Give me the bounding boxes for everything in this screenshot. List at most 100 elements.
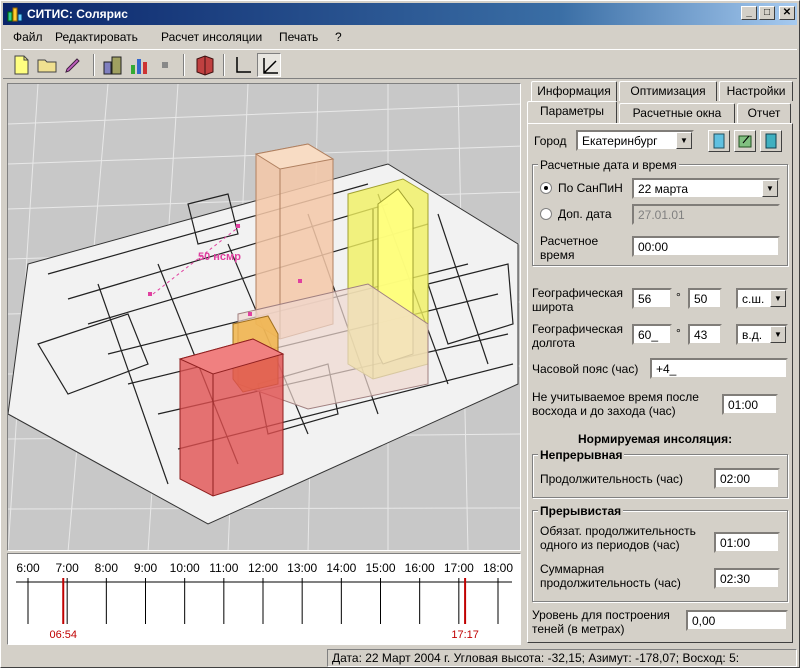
longitude-dir-value: в.д. (742, 328, 763, 342)
chevron-down-icon[interactable]: ▼ (762, 180, 778, 197)
hour-tick-label: 17:00 (444, 561, 474, 575)
hour-tick-label: 14:00 (326, 561, 356, 575)
continuous-duration-field[interactable]: 02:00 (714, 468, 780, 489)
latitude-minutes-field[interactable]: 50 (688, 288, 722, 309)
menu-edit[interactable]: Редактировать (55, 30, 138, 44)
sunrise-time-label: 06:54 (49, 629, 77, 641)
axis-icon[interactable] (231, 53, 255, 77)
toolbar-separator (183, 54, 185, 76)
latitude-dir-value: с.ш. (742, 292, 765, 306)
pen-icon[interactable] (61, 53, 85, 77)
hour-tick-label: 18:00 (483, 561, 513, 575)
tab-report[interactable]: Отчет (737, 103, 791, 123)
edit-icon (738, 135, 752, 148)
hour-tick-label: 12:00 (248, 561, 278, 575)
ignored-time-field[interactable]: 01:00 (722, 394, 778, 415)
hour-tick-label: 11:00 (209, 561, 238, 575)
date-group-title: Расчетные дата и время (538, 158, 679, 172)
longitude-degrees-field[interactable]: 60_ (632, 324, 672, 345)
extra-date-label: Доп. дата (558, 207, 612, 221)
status-date: Дата: 22 Март 2004 г. (332, 651, 451, 665)
scene-canvas[interactable]: 50 нсмр (8, 84, 521, 551)
city-select[interactable]: Екатеринбург ▼ (576, 130, 694, 151)
continuous-title: Непрерывная (538, 448, 625, 462)
hour-tick-label: 15:00 (365, 561, 395, 575)
snip-date-select[interactable]: 22 марта ▼ (632, 178, 780, 199)
continuous-duration-label: Продолжительность (час) (540, 472, 684, 486)
shadow-level-field[interactable]: 0,00 (686, 610, 788, 631)
hour-tick-label: 7:00 (55, 561, 79, 575)
timezone-label: Часовой пояс (час) (532, 362, 639, 376)
maximize-button[interactable]: □ (759, 6, 775, 20)
menu-insolation[interactable]: Расчет инсоляции (161, 30, 262, 44)
extra-date-field[interactable]: 27.01.01 (632, 204, 780, 225)
chevron-down-icon[interactable]: ▼ (770, 290, 786, 307)
hour-tick-label: 16:00 (405, 561, 435, 575)
city-edit-button[interactable] (734, 130, 756, 152)
longitude-dir-select[interactable]: в.д. ▼ (736, 324, 788, 345)
app-icon (7, 7, 23, 22)
total-duration-field[interactable]: 02:30 (714, 568, 780, 589)
angle-icon[interactable] (257, 53, 281, 77)
timeline-canvas[interactable]: 6:00 7:00 8:00 9:00 10:00 11:00 12:00 13:00 14:0… (8, 554, 520, 644)
mandatory-duration-label: Обязат. продолжительность одного из пери… (540, 524, 696, 552)
menu-print[interactable]: Печать (279, 30, 318, 44)
city-value: Екатеринбург (582, 134, 658, 148)
longitude-minutes-field[interactable]: 43 (688, 324, 722, 345)
degree-sign: ° (676, 290, 681, 304)
buildings-icon[interactable] (101, 53, 125, 77)
window-title: СИТИС: Солярис (27, 7, 128, 21)
tab-parameters[interactable]: Параметры (527, 101, 617, 123)
radio-dot (544, 186, 548, 190)
new-file-icon[interactable] (9, 53, 33, 77)
total-duration-label: Суммарная продолжительность (час) (540, 562, 681, 590)
calc-time-field[interactable]: 00:00 (632, 236, 780, 257)
hour-tick-label: 9:00 (134, 561, 158, 575)
chevron-down-icon[interactable]: ▼ (676, 132, 692, 149)
app-window: СИТИС: Солярис _ □ ✕ Файл Редактировать … (0, 0, 800, 668)
city-add-button[interactable] (760, 130, 782, 152)
city-info-button[interactable] (708, 130, 730, 152)
status-altitude: Угловая высота: -32,15; (453, 651, 585, 665)
longitude-label: Географическая долгота (532, 322, 623, 350)
tab-info[interactable]: Информация (531, 81, 617, 101)
city-label: Город (534, 134, 567, 148)
book-icon[interactable] (193, 53, 217, 77)
viewport-label: 50 нсмр (198, 251, 241, 263)
menu-help[interactable]: ? (335, 30, 342, 44)
chevron-down-icon[interactable]: ▼ (770, 326, 786, 343)
tab-calc-windows[interactable]: Расчетные окна (619, 103, 735, 123)
hour-tick-label: 10:00 (170, 561, 200, 575)
toolbar (3, 49, 797, 79)
tab-settings[interactable]: Настройки (719, 81, 793, 101)
status-info: Дата: 22 Март 2004 г. Угловая высота: -3… (327, 649, 797, 667)
document-icon (713, 133, 725, 149)
radio-extra-date[interactable] (540, 208, 552, 220)
toolbar-separator (223, 54, 225, 76)
open-folder-icon[interactable] (35, 53, 59, 77)
calc-time-label: Расчетное время (540, 234, 599, 262)
tab-optimization[interactable]: Оптимизация (619, 81, 717, 101)
close-button[interactable]: ✕ (779, 6, 795, 20)
status-azimuth: Азимут: -178,07; (588, 651, 680, 665)
toolbar-separator (93, 54, 95, 76)
hour-tick-label: 8:00 (95, 561, 119, 575)
degree-sign: ° (676, 326, 681, 340)
parameters-page: Город Екатеринбург ▼ Расчетные дата и вр… (527, 123, 793, 643)
latitude-dir-select[interactable]: с.ш. ▼ (736, 288, 788, 309)
sunset-time-label: 17:17 (451, 629, 479, 641)
building-red[interactable] (178, 338, 285, 497)
latitude-degrees-field[interactable]: 56 (632, 288, 672, 309)
stop-icon[interactable] (153, 53, 177, 77)
hour-tick-label: 13:00 (287, 561, 317, 575)
timezone-field[interactable]: +4_ (650, 358, 788, 379)
menu-bar: Файл Редактировать Расчет инсоляции Печа… (3, 27, 797, 47)
radio-by-snip[interactable] (540, 182, 552, 194)
title-bar[interactable]: СИТИС: Солярис _ □ ✕ (3, 3, 797, 25)
3d-viewport[interactable]: 50 нсмр (7, 83, 521, 551)
minimize-button[interactable]: _ (741, 6, 757, 20)
sun-timeline[interactable]: 6:00 7:00 8:00 9:00 10:00 11:00 12:00 13:00 14:0… (7, 553, 521, 645)
mandatory-duration-field[interactable]: 01:00 (714, 532, 780, 553)
chart-icon[interactable] (127, 53, 151, 77)
menu-file[interactable]: Файл (13, 30, 43, 44)
